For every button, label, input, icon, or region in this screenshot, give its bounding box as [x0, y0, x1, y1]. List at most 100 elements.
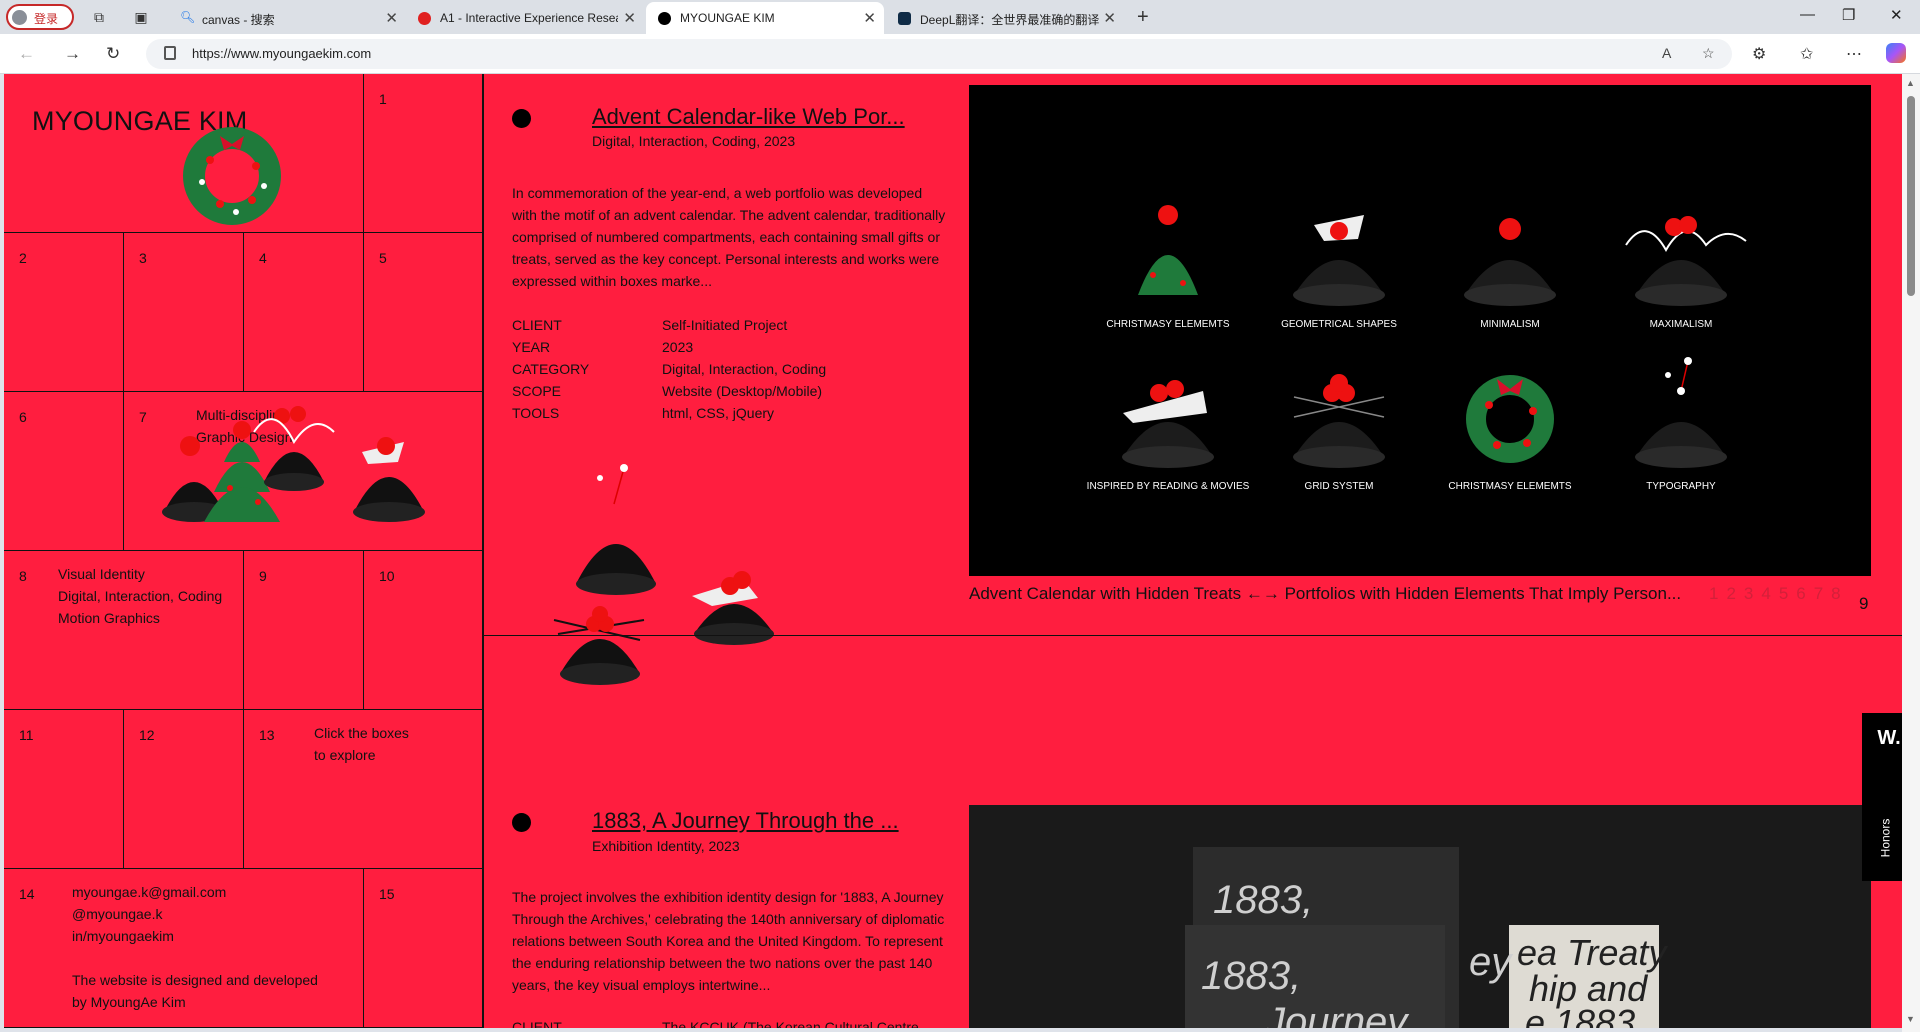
calendar-box-7[interactable]: 7 Multi-disciplin Graphic Design: [124, 392, 483, 551]
close-tab-icon[interactable]: ✕: [863, 9, 876, 27]
extensions-icon[interactable]: ⚙: [1752, 44, 1766, 64]
calendar-box-13[interactable]: 13 Click the boxes to explore: [244, 710, 483, 869]
project-2-title-link[interactable]: 1883, A Journey Through the ...: [592, 808, 899, 834]
scroll-down-icon[interactable]: ▼: [1906, 1014, 1915, 1024]
preview-item-reading[interactable]: INSPIRED BY READING & MOVIES: [1083, 357, 1253, 492]
minimal-ornament-icon: [1464, 218, 1556, 306]
wreath-icon: [1466, 375, 1554, 463]
tab-actions-icon[interactable]: ▣: [132, 8, 150, 26]
workspaces-icon[interactable]: ⧉: [90, 8, 108, 26]
brand-cell[interactable]: MYOUNGAE KIM: [4, 74, 364, 233]
project-1-subtitle: Digital, Interaction, Coding, 2023: [592, 133, 796, 149]
box-number: 3: [139, 250, 147, 266]
preview-item-maximal[interactable]: MAXIMALISM: [1596, 195, 1766, 330]
calendar-box-2[interactable]: 2: [4, 233, 124, 392]
project-1-title-link[interactable]: Advent Calendar-like Web Por...: [592, 104, 905, 130]
box-number: 2: [19, 250, 27, 266]
back-icon[interactable]: ←: [18, 44, 35, 64]
calendar-box-15[interactable]: 15: [364, 869, 483, 1028]
tab-title: canvas - 搜索: [202, 13, 275, 27]
tab-title: A1 - Interactive Experience Resea: [440, 11, 618, 25]
box-number: 12: [139, 727, 155, 743]
poster-title-1: 1883,: [1213, 878, 1313, 922]
preview-item-label: INSPIRED BY READING & MOVIES: [1086, 481, 1250, 492]
preview-item-label: TYPOGRAPHY: [1646, 481, 1716, 492]
image-pager[interactable]: 12345678: [1709, 584, 1849, 604]
site-favicon-icon: [658, 12, 671, 25]
meta-key: CLIENT: [512, 317, 562, 333]
profile-button[interactable]: 登录: [6, 4, 74, 30]
calendar-box-8[interactable]: 8 Visual Identity Digital, Interaction, …: [4, 551, 244, 710]
minimize-icon[interactable]: —: [1800, 6, 1815, 23]
poster-treaty: ea Treaty: [1517, 932, 1668, 973]
project-1-caption: Advent Calendar with Hidden Treats ←→ Po…: [969, 584, 1682, 603]
tab-deepl[interactable]: DeepL翻译：全世界最准确的翻译 ✕: [886, 2, 1124, 34]
meta-value: The KCCUK (The Korean Cultural Centre...: [662, 1019, 931, 1028]
site-favicon-icon: [418, 12, 431, 25]
preview-item-geometric[interactable]: GEOMETRICAL SHAPES: [1254, 195, 1424, 330]
typography-ornament-icon: [1635, 357, 1727, 468]
tab-myoungae-kim[interactable]: MYOUNGAE KIM ✕: [646, 2, 884, 34]
meta-value: 2023: [662, 339, 694, 355]
project-2-preview[interactable]: 1883, 1883, Journey ey ea Treaty hip and…: [969, 805, 1871, 1028]
box-13-text: Click the boxes to explore: [314, 725, 409, 763]
calendar-box-6[interactable]: 6: [4, 392, 124, 551]
preview-item-minimal[interactable]: MINIMALISM: [1425, 195, 1595, 330]
favorite-star-icon[interactable]: ☆: [1702, 45, 1715, 62]
refresh-icon[interactable]: ↻: [106, 44, 120, 64]
scroll-up-icon[interactable]: ▲: [1906, 78, 1915, 88]
calendar-box-10[interactable]: 10: [364, 551, 483, 710]
calendar-box-11[interactable]: 11: [4, 710, 124, 869]
contact-links[interactable]: myoungae.k@gmail.com @myoungae.k in/myou…: [72, 881, 226, 947]
reading-ornament-icon: [1122, 380, 1214, 468]
box-number: 15: [379, 886, 395, 902]
box-number: 5: [379, 250, 387, 266]
image-pager-current[interactable]: 9: [1859, 594, 1868, 614]
tab-bar: 登录 ⧉ ▣ 🔍︎ canvas - 搜索 ✕ A1 - Interactive…: [0, 0, 1920, 34]
poster-title-2: 1883,: [1201, 954, 1301, 998]
close-tab-icon[interactable]: ✕: [385, 9, 398, 27]
close-tab-icon[interactable]: ✕: [1103, 9, 1116, 27]
scrollbar-thumb[interactable]: [1907, 96, 1915, 296]
url-field[interactable]: https://www.myoungaekim.com A ☆: [146, 39, 1732, 69]
preview-item-tree[interactable]: CHRISTMASY ELEMEMTS: [1083, 195, 1253, 330]
tab-a1[interactable]: A1 - Interactive Experience Resea ✕: [406, 2, 644, 34]
advent-grid: MYOUNGAE KIM 1 2 3 4 5 6 7 Multi-discipl…: [4, 74, 483, 1028]
preview-item-typography[interactable]: TYPOGRAPHY: [1596, 357, 1766, 492]
project-1-preview[interactable]: CHRISTMASY ELEMEMTS GEOMETRICAL SHAPES M…: [969, 85, 1871, 576]
column-divider: [483, 74, 484, 1028]
project-bullet-icon: [512, 109, 531, 128]
calendar-box-3[interactable]: 3: [124, 233, 244, 392]
new-tab-button[interactable]: +: [1137, 6, 1149, 29]
calendar-box-12[interactable]: 12: [124, 710, 244, 869]
calendar-box-4[interactable]: 4: [244, 233, 364, 392]
avatar-icon: [12, 10, 27, 25]
address-bar: ← → ↻ https://www.myoungaekim.com A ☆ ⚙ …: [0, 34, 1920, 74]
tab-search[interactable]: 🔍︎ canvas - 搜索 ✕: [168, 2, 406, 34]
calendar-box-9[interactable]: 9: [244, 551, 364, 710]
restore-icon[interactable]: ❐: [1842, 6, 1855, 24]
read-aloud-icon[interactable]: A: [1662, 45, 1671, 61]
box-number: 10: [379, 568, 395, 584]
tree-ornament-icon: [1138, 205, 1198, 295]
calendar-box-1[interactable]: 1: [364, 74, 483, 233]
project-2-subtitle: Exhibition Identity, 2023: [592, 838, 740, 854]
calendar-box-14[interactable]: 14 myoungae.k@gmail.com @myoungae.k in/m…: [4, 869, 364, 1028]
copilot-icon[interactable]: [1886, 43, 1906, 63]
more-menu-icon[interactable]: ⋯: [1846, 44, 1862, 64]
forward-icon[interactable]: →: [64, 44, 81, 64]
tab-title: DeepL翻译：全世界最准确的翻译: [920, 13, 1100, 27]
preview-item-grid[interactable]: GRID SYSTEM: [1254, 357, 1424, 492]
maximal-ornament-icon: [1625, 216, 1747, 306]
poster-journey: Journey: [1264, 1000, 1410, 1028]
preview-item-wreath[interactable]: CHRISTMASY ELEMEMTS: [1425, 357, 1595, 492]
calendar-box-5[interactable]: 5: [364, 233, 483, 392]
close-window-icon[interactable]: ✕: [1890, 6, 1903, 24]
page-scrollbar[interactable]: ▲ ▼: [1902, 74, 1920, 1032]
meta-key: SCOPE: [512, 383, 562, 399]
favorites-icon[interactable]: ✩: [1800, 44, 1813, 64]
box-number: 14: [19, 886, 35, 902]
preview-item-label: MAXIMALISM: [1649, 319, 1713, 330]
close-tab-icon[interactable]: ✕: [623, 9, 636, 27]
box-number: 11: [19, 727, 34, 743]
